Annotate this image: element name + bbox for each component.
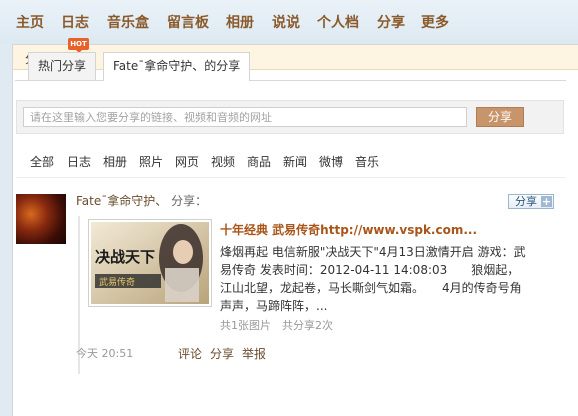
share-url-input[interactable] [23, 107, 467, 127]
poster-name-link[interactable]: Fate¯拿命守护、 [76, 194, 167, 208]
nav-item-guestbook[interactable]: 留言板 [167, 12, 209, 32]
filter-photo[interactable]: 照片 [139, 153, 163, 170]
filter-goods[interactable]: 商品 [247, 153, 271, 170]
link-title[interactable]: 十年经典 武易传奇http://www.vspk.com... [220, 221, 477, 238]
share-submit-button[interactable]: 分享 [476, 107, 524, 127]
plus-icon: + [541, 195, 552, 208]
hot-badge: HOT [68, 38, 89, 53]
link-thumbnail[interactable]: 决战天下 武易传奇 [88, 219, 212, 307]
avatar[interactable] [16, 194, 66, 244]
nav-item-blog[interactable]: 日志 [61, 12, 89, 32]
share-meta: 共1张图片 共分享2次 [220, 319, 333, 332]
filter-webpage[interactable]: 网页 [175, 153, 199, 170]
poster-action: 分享： [171, 194, 208, 208]
filter-music[interactable]: 音乐 [355, 153, 379, 170]
filter-news[interactable]: 新闻 [283, 153, 307, 170]
filter-weibo[interactable]: 微博 [319, 153, 343, 170]
poster-line: Fate¯拿命守护、 分享： [76, 192, 207, 209]
tabs-divider [15, 80, 566, 81]
reshare-link[interactable]: 分享 [210, 345, 234, 362]
comment-link[interactable]: 评论 [178, 345, 202, 362]
filter-album[interactable]: 相册 [103, 153, 127, 170]
entry-share-label: 分享 [515, 195, 537, 208]
tab-hot-shares[interactable]: 热门分享 [28, 52, 97, 80]
filter-blog[interactable]: 日志 [67, 153, 91, 170]
link-description: 烽烟再起 电信新服"决战天下"4月13日激情开启 游戏：武易传奇 发表时间：20… [220, 245, 526, 313]
thumbnail-image: 决战天下 武易传奇 [91, 222, 209, 304]
nav-item-profile[interactable]: 个人档 [317, 12, 359, 32]
report-link[interactable]: 举报 [242, 345, 266, 362]
filter-video[interactable]: 视频 [211, 153, 235, 170]
share-box: 分享 [16, 100, 564, 134]
nav-item-album[interactable]: 相册 [226, 12, 254, 32]
nav-item-music[interactable]: 音乐盒 [107, 12, 149, 32]
nav-item-status[interactable]: 说说 [272, 12, 300, 32]
entry-share-button[interactable]: 分享 + [508, 194, 554, 209]
thumbnail-text-main: 决战天下 [95, 248, 155, 266]
tab-my-shares[interactable]: Fate¯拿命守护、的分享 [103, 52, 251, 81]
nav-item-more[interactable]: 更多 [421, 12, 449, 32]
nav-item-home[interactable]: 主页 [16, 12, 44, 32]
entry-timestamp: 今天 20:51 [76, 347, 134, 360]
panel-header: 分享 [13, 45, 578, 70]
thumbnail-text-sub: 武易传奇 [99, 276, 135, 288]
filter-all[interactable]: 全部 [30, 153, 54, 170]
filter-divider [16, 177, 566, 178]
nav-item-share[interactable]: 分享 [377, 12, 405, 32]
